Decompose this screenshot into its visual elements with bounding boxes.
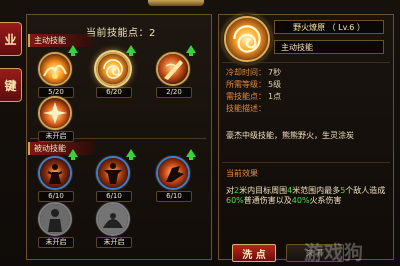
required-level-value: 5级 bbox=[268, 80, 282, 89]
required-level-label: 所需等级： bbox=[226, 80, 266, 89]
upgrade-arrow-icon[interactable] bbox=[68, 149, 78, 160]
skill-level: 6/10 bbox=[96, 191, 132, 202]
fire-wave-icon bbox=[38, 52, 72, 86]
required-level-row: 所需等级： 5级 bbox=[226, 80, 281, 90]
skill-level: 未开启 bbox=[38, 237, 74, 248]
required-points-label: 需技能点： bbox=[226, 92, 266, 101]
top-ornament bbox=[148, 0, 204, 6]
passive-skill-4[interactable]: 未开启 bbox=[38, 202, 74, 248]
upgrade-arrow-icon[interactable] bbox=[186, 45, 196, 56]
skill-level: 2/20 bbox=[156, 87, 192, 98]
side-tab-2[interactable]: 键 bbox=[0, 68, 22, 102]
flame-burst-icon bbox=[38, 96, 72, 130]
effect-value: 60% bbox=[226, 196, 244, 205]
cooldown-label: 冷却时间： bbox=[226, 68, 266, 77]
required-points-row: 需技能点： 1点 bbox=[226, 92, 281, 102]
active-skill-1[interactable]: 5/20 bbox=[38, 45, 78, 98]
active-skill-4[interactable]: 未开启 bbox=[38, 96, 74, 142]
passive-skills-header: 被动技能 bbox=[28, 142, 98, 155]
current-effect-title: 当前效果 bbox=[226, 169, 258, 178]
required-points-value: 1点 bbox=[268, 92, 282, 101]
effect-text: 米范围内最多 bbox=[292, 186, 341, 195]
skill-level: 6/10 bbox=[156, 191, 192, 202]
skill-level: 未开启 bbox=[38, 131, 74, 142]
effect-text: 火系伤害 bbox=[309, 196, 342, 205]
skill-type: 主动技能 bbox=[274, 40, 384, 54]
active-skill-2[interactable]: 6/20 bbox=[96, 45, 136, 98]
wash-points-button[interactable]: 洗 点 bbox=[232, 244, 276, 262]
fire-vortex-icon bbox=[96, 52, 130, 86]
passive-skill-1[interactable]: 6/10 bbox=[38, 149, 78, 202]
skill-level: 6/10 bbox=[38, 191, 74, 202]
effect-text: 对 bbox=[226, 186, 234, 195]
passive-skill-5[interactable]: 未开启 bbox=[96, 202, 132, 248]
upgrade-arrow-icon[interactable] bbox=[126, 149, 136, 160]
flame-hand-icon bbox=[156, 156, 190, 190]
watermark-logo: 游戏狗 bbox=[304, 242, 365, 264]
effect-text: 米内目标周围 bbox=[239, 186, 288, 195]
fire-vortex-icon bbox=[224, 16, 270, 62]
effect-text: 个敌人造成 bbox=[345, 186, 386, 195]
shadow-locked-icon bbox=[96, 202, 130, 236]
active-skill-3[interactable]: 2/20 bbox=[156, 45, 196, 98]
upgrade-arrow-icon[interactable] bbox=[68, 45, 78, 56]
skill-level: 6/20 bbox=[96, 87, 132, 98]
flame-slash-icon bbox=[156, 52, 190, 86]
cooldown-value: 7秒 bbox=[268, 68, 282, 77]
current-effect-text: 对2米内目标周围4米范围内最多5个敌人造成60%普通伤害以及40%火系伤害 bbox=[226, 186, 392, 206]
detail-divider bbox=[222, 62, 390, 63]
description-label: 技能描述： bbox=[226, 104, 266, 113]
effect-value: 40% bbox=[291, 196, 310, 205]
silhouette-locked-icon bbox=[38, 202, 72, 236]
skill-description: 豪杰中级技能，熊熊野火，生灵涂炭 bbox=[226, 131, 354, 140]
side-tab-1[interactable]: 业 bbox=[0, 22, 22, 56]
skill-level: 未开启 bbox=[96, 237, 132, 248]
skill-name: 野火燎原 （ Lv.6 ） bbox=[274, 20, 384, 34]
passive-skill-3[interactable]: 6/10 bbox=[156, 149, 196, 202]
effect-text: 普通伤害以及 bbox=[243, 196, 292, 205]
upgrade-arrow-icon[interactable] bbox=[126, 45, 136, 56]
fist-fire-icon bbox=[96, 156, 130, 190]
figure-aura-icon bbox=[38, 156, 72, 190]
detail-divider bbox=[222, 162, 390, 163]
cooldown-row: 冷却时间： 7秒 bbox=[226, 68, 281, 78]
active-skills-header: 主动技能 bbox=[28, 34, 98, 47]
passive-skill-2[interactable]: 6/10 bbox=[96, 149, 136, 202]
upgrade-arrow-icon[interactable] bbox=[186, 149, 196, 160]
